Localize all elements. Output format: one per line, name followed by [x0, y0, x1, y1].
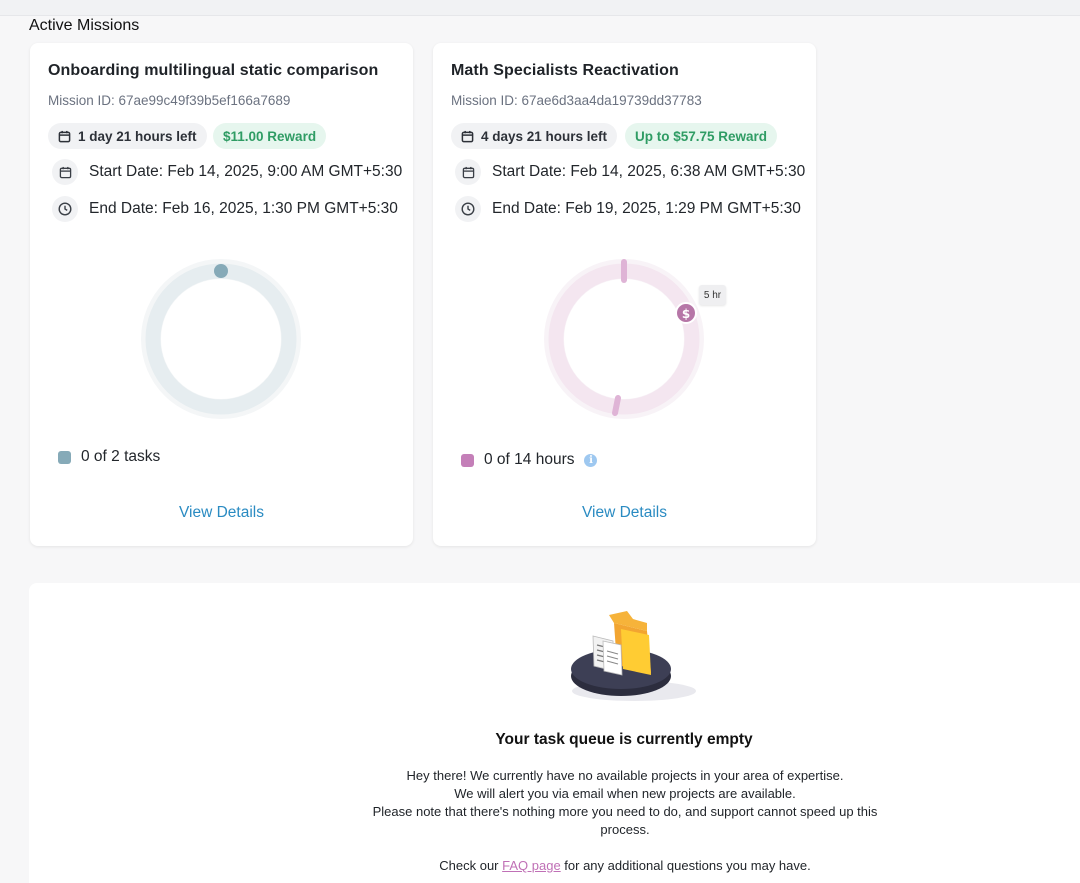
calendar-icon — [461, 130, 474, 142]
calendar-icon — [52, 159, 78, 185]
end-date-text: End Date: Feb 19, 2025, 1:29 PM GMT+5:30 — [492, 200, 801, 217]
view-details-link[interactable]: View Details — [433, 504, 816, 522]
legend-swatch — [461, 453, 474, 467]
calendar-icon — [455, 159, 481, 185]
progress-marker — [214, 264, 228, 278]
ring-tick — [612, 395, 621, 416]
end-date-row: End Date: Feb 19, 2025, 1:29 PM GMT+5:30 — [455, 196, 801, 222]
reward-badge: Up to $57.75 Reward — [625, 123, 778, 149]
svg-text:$: $ — [682, 307, 690, 321]
progress-legend: 0 of 2 tasks — [58, 448, 160, 466]
faq-line: Check our FAQ page for any additional qu… — [349, 857, 901, 875]
mission-id: Mission ID: 67ae99c49f39b5ef166a7689 — [48, 93, 291, 108]
message-line: Please note that there's nothing more yo… — [372, 804, 878, 837]
start-date-row: Start Date: Feb 14, 2025, 6:38 AM GMT+5:… — [455, 159, 805, 185]
calendar-icon — [58, 130, 71, 142]
time-left-badge: 1 day 21 hours left — [48, 123, 207, 149]
start-date-text: Start Date: Feb 14, 2025, 9:00 AM GMT+5:… — [89, 163, 403, 180]
empty-state-message: Hey there! We currently have no availabl… — [349, 767, 901, 875]
progress-label: 0 of 14 hours — [484, 451, 575, 468]
end-date-text: End Date: Feb 16, 2025, 1:30 PM GMT+5:30 — [89, 200, 398, 217]
dollar-icon: $ — [675, 302, 697, 324]
reward-badge: $11.00 Reward — [213, 123, 327, 149]
start-date-text: Start Date: Feb 14, 2025, 6:38 AM GMT+5:… — [492, 163, 806, 180]
mission-title: Onboarding multilingual static compariso… — [48, 62, 379, 79]
time-left-badge: 4 days 21 hours left — [451, 123, 618, 149]
top-bar — [0, 0, 1080, 16]
end-date-row: End Date: Feb 16, 2025, 1:30 PM GMT+5:30 — [52, 196, 398, 222]
clock-icon — [455, 196, 481, 222]
legend-swatch — [58, 450, 71, 464]
progress-legend: 0 of 14 hours i — [461, 451, 598, 469]
empty-state-title: Your task queue is currently empty — [495, 731, 753, 748]
section-title: Active Missions — [29, 17, 140, 34]
mission-card: Math Specialists Reactivation Mission ID… — [433, 43, 816, 546]
faq-prefix: Check our — [439, 858, 503, 873]
message-line: We will alert you via email when new pro… — [454, 786, 796, 801]
progress-ring — [141, 259, 301, 419]
info-icon[interactable]: i — [584, 453, 598, 467]
mission-card: Onboarding multilingual static compariso… — [30, 43, 413, 546]
message-line: Hey there! We currently have no availabl… — [406, 768, 844, 783]
faq-link[interactable]: FAQ page — [502, 858, 561, 873]
start-date-row: Start Date: Feb 14, 2025, 9:00 AM GMT+5:… — [52, 159, 402, 185]
mission-title: Math Specialists Reactivation — [451, 62, 679, 79]
clock-icon — [52, 196, 78, 222]
view-details-link[interactable]: View Details — [30, 504, 413, 522]
progress-label: 0 of 2 tasks — [81, 448, 161, 465]
empty-queue-panel: Your task queue is currently empty Hey t… — [29, 583, 1080, 883]
bonus-marker-tooltip: 5 hr — [699, 285, 726, 305]
faq-suffix: for any additional questions you may hav… — [560, 858, 811, 873]
time-left-text: 1 day 21 hours left — [78, 128, 197, 144]
mission-id: Mission ID: 67ae6d3aa4da19739dd37783 — [451, 93, 702, 108]
progress-ring: $ — [544, 259, 704, 419]
time-left-text: 4 days 21 hours left — [481, 128, 608, 144]
folder-illustration-icon — [571, 611, 696, 701]
